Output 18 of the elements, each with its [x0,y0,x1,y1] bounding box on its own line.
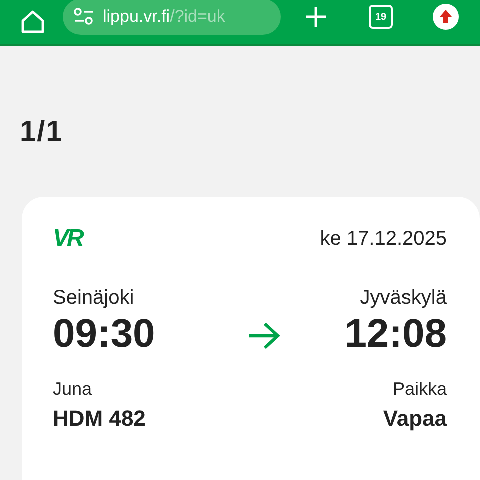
departure-time: 09:30 [53,312,156,357]
address-bar[interactable]: lippu.vr.fi/?id=uk [63,0,281,35]
site-settings-icon[interactable] [73,8,95,26]
detail-value: HDM 482 [53,406,146,432]
page-counter: 1/1 [20,116,64,149]
tab-count-button[interactable]: 19 [369,5,393,29]
arrow-icon [247,321,281,351]
arrival-station: Jyväskylä [359,287,447,310]
detail-value: Vapaa [383,406,447,432]
detail-label: Juna [53,379,94,400]
update-icon[interactable] [433,4,459,30]
departure-station: Seinäjoki [53,287,136,310]
vr-logo: VR [53,225,82,253]
arrival-time: 12:08 [344,312,447,357]
new-tab-icon[interactable] [305,6,327,28]
home-icon[interactable] [20,9,46,35]
detail-label: Paikka [392,379,447,400]
ticket-date: ke 17.12.2025 [320,228,447,250]
